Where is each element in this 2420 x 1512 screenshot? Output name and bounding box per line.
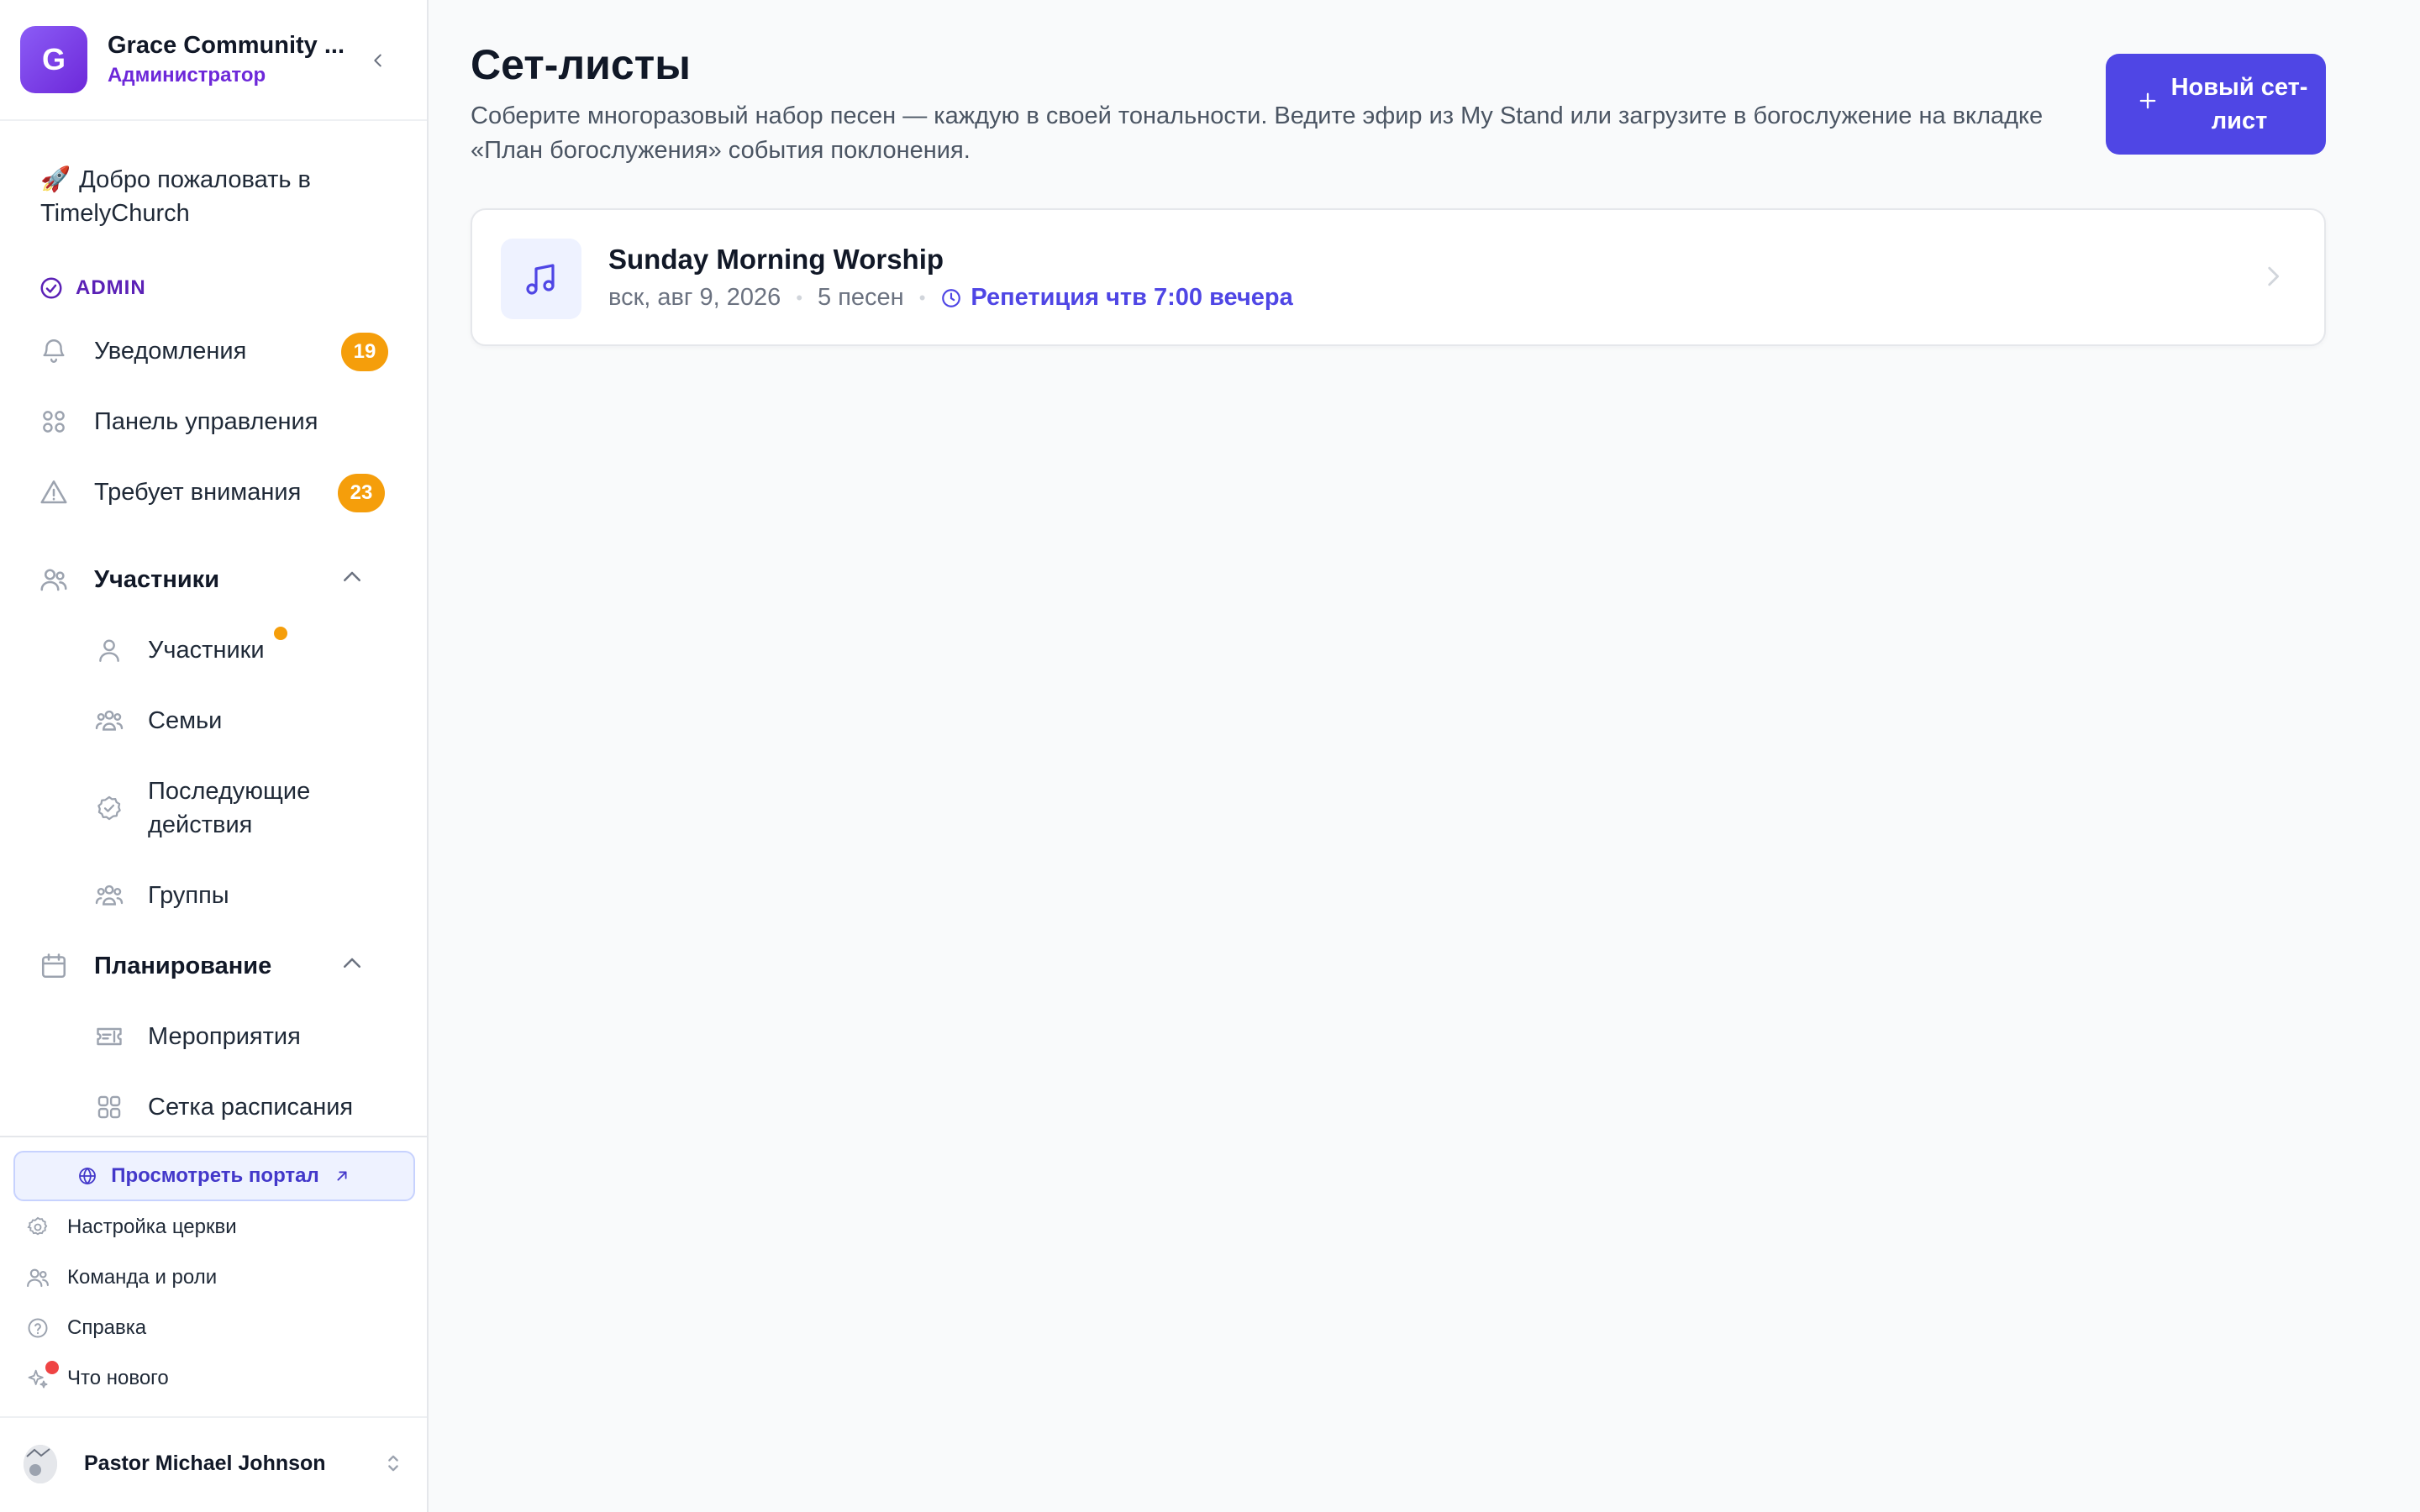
meta-separator: • [918, 286, 926, 308]
setlist-song-count: 5 песен [818, 284, 904, 311]
help-link[interactable]: Справка [25, 1307, 412, 1349]
users-icon [25, 1265, 50, 1290]
calendar-icon [37, 949, 71, 983]
sidebar-item-notifications[interactable]: Уведомления 19 [37, 326, 398, 376]
view-portal-button[interactable]: Просмотреть портал [13, 1151, 415, 1201]
avatar [24, 1445, 57, 1483]
grid-icon [37, 405, 71, 438]
admin-label-text: ADMIN [76, 276, 146, 299]
sidebar-section-people[interactable]: Участники [37, 554, 398, 605]
whats-new-link[interactable]: Что нового [25, 1357, 412, 1399]
whats-new-label: Что нового [67, 1367, 169, 1389]
sidebar-item-label: Мероприятия [148, 1022, 301, 1050]
sidebar-item-label: Требует внимания [94, 478, 302, 506]
sidebar-item-dashboard[interactable]: Панель управления [37, 396, 398, 447]
collapse-sidebar-button[interactable] [361, 44, 395, 77]
plus-icon [2139, 92, 2156, 109]
chevron-right-icon [2259, 262, 2287, 295]
sidebar-divider [0, 1136, 427, 1137]
sidebar-item-label: Участники [148, 636, 265, 664]
warning-icon [37, 475, 71, 509]
view-portal-label: Просмотреть портал [111, 1164, 319, 1187]
globe-icon [79, 1167, 97, 1185]
church-settings-label: Настройка церкви [67, 1215, 237, 1238]
external-link-icon [337, 1171, 347, 1181]
new-setlist-button[interactable]: Новый сет-лист [2106, 54, 2326, 155]
chevron-left-icon [374, 54, 381, 67]
rehearsal-info: Репетиция чтв 7:00 вечера [940, 284, 1293, 312]
sidebar-section-label: Участники [94, 565, 220, 593]
attention-count-badge: 23 [338, 474, 385, 512]
org-switcher[interactable]: G Grace Community ... Администратор [0, 0, 427, 121]
help-circle-icon [25, 1315, 50, 1341]
org-name: Grace Community ... [108, 32, 345, 59]
notifications-count-badge: 19 [341, 333, 388, 371]
new-indicator-dot [45, 1361, 59, 1374]
group-icon [92, 879, 126, 912]
sparkles-icon [25, 1361, 59, 1391]
bell-icon [37, 334, 71, 368]
sidebar-item-schedule-grid[interactable]: Сетка расписания [92, 1082, 398, 1132]
family-icon [92, 704, 126, 738]
chevron-up-icon [339, 564, 365, 594]
sidebar-item-followups[interactable]: Последующие действия [92, 773, 398, 843]
rehearsal-text: Репетиция чтв 7:00 вечера [971, 284, 1293, 311]
user-menu[interactable]: Pastor Michael Johnson [0, 1416, 427, 1512]
setlist-title: Sunday Morning Worship [608, 244, 944, 275]
team-roles-label: Команда и роли [67, 1266, 218, 1289]
sidebar-item-label: Сетка расписания [148, 1093, 354, 1121]
ticket-icon [92, 1020, 126, 1053]
page-title: Сет-листы [471, 41, 691, 88]
user-name: Pastor Michael Johnson [84, 1452, 326, 1475]
meta-separator: • [796, 286, 803, 308]
check-circle-icon [40, 277, 62, 299]
page-description: Соберите многоразовый набор песен — кажд… [471, 102, 2044, 164]
music-icon [501, 239, 581, 319]
new-setlist-label: Новый сет-лист [2170, 74, 2308, 134]
sidebar-item-families[interactable]: Семьи [92, 696, 398, 746]
team-roles-link[interactable]: Команда и роли [25, 1257, 412, 1299]
users-icon [37, 563, 71, 596]
user-icon [92, 633, 126, 667]
rocket-icon: 🚀 [40, 166, 71, 193]
chevron-up-down-icon [381, 1452, 405, 1479]
setlist-date: вск, авг 9, 2026 [608, 284, 781, 311]
sidebar-item-label: Панель управления [94, 407, 318, 435]
clock-icon [942, 288, 961, 307]
setlist-meta: вск, авг 9, 2026 • 5 песен • Репетиция ч… [608, 284, 1293, 312]
badge-check-icon [92, 791, 126, 825]
sidebar-item-label: Последующие действия [148, 778, 311, 838]
chevron-up-icon [339, 951, 365, 980]
church-settings-link[interactable]: Настройка церкви [25, 1206, 412, 1248]
sidebar-item-label: Семьи [148, 706, 223, 734]
setlist-card[interactable]: Sunday Morning Worship вск, авг 9, 2026 … [471, 208, 2326, 346]
admin-label: ADMIN [39, 276, 146, 301]
welcome-link[interactable]: 🚀 Добро пожаловать в TimelyChurch [40, 163, 393, 230]
sidebar-item-label: Уведомления [94, 337, 247, 365]
sidebar-item-groups[interactable]: Группы [92, 870, 398, 921]
org-avatar: G [20, 26, 87, 93]
org-role: Администратор [108, 64, 266, 87]
sidebar-section-planning[interactable]: Планирование [37, 941, 398, 991]
sidebar-item-needs-attention[interactable]: Требует внимания 23 [37, 467, 398, 517]
grid-icon [92, 1090, 126, 1124]
gear-icon [25, 1215, 50, 1240]
sidebar-section-label: Планирование [94, 952, 272, 979]
sidebar: G Grace Community ... Администратор 🚀 Доб… [0, 0, 429, 1512]
help-label: Справка [67, 1316, 147, 1339]
sidebar-item-people[interactable]: Участники [92, 625, 398, 675]
welcome-text: Добро пожаловать в TimelyChurch [40, 166, 311, 227]
sidebar-item-label: Группы [148, 881, 229, 909]
unread-dot [274, 627, 287, 640]
sidebar-item-events[interactable]: Мероприятия [92, 1011, 398, 1062]
